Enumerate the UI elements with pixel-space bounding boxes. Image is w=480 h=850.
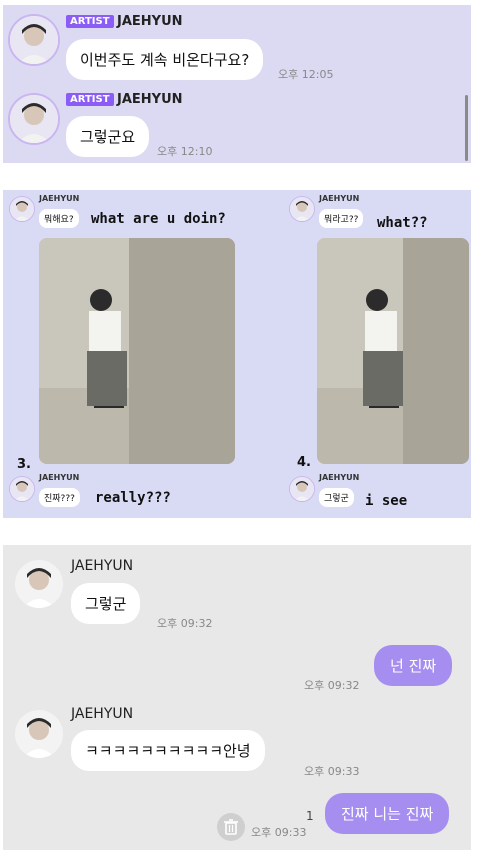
message-bubble[interactable]: 이번주도 계속 비온다구요? bbox=[66, 39, 264, 80]
message-time: 오후 09:32 bbox=[157, 617, 213, 630]
avatar[interactable] bbox=[8, 14, 60, 66]
sender-name: JAEHYUN bbox=[71, 558, 134, 574]
message-time: 오후 12:05 bbox=[278, 68, 334, 81]
avatar[interactable] bbox=[15, 560, 63, 608]
avatar-image bbox=[10, 16, 58, 64]
avatar bbox=[9, 476, 35, 502]
trash-icon bbox=[224, 819, 238, 835]
sender-name: JAEHYUN bbox=[117, 92, 183, 107]
caption: i see bbox=[365, 493, 408, 509]
message-bubble: 그렇군 bbox=[319, 488, 354, 507]
message-bubble: 진짜??? bbox=[39, 488, 80, 507]
mirror-selfie-image bbox=[39, 238, 235, 464]
sender-name: JAEHYUN bbox=[39, 473, 80, 482]
avatar-image bbox=[15, 710, 63, 758]
avatar-image bbox=[290, 477, 314, 501]
my-message-bubble[interactable]: 진짜 니는 진짜 bbox=[325, 793, 450, 834]
mirror-selfie-image bbox=[317, 238, 469, 464]
photo bbox=[39, 238, 235, 464]
chat-panel-top: ARTIST JAEHYUN 이번주도 계속 비온다구요? 오후 12:05 A… bbox=[3, 5, 471, 163]
message-time: 오후 09:33 bbox=[251, 826, 307, 839]
message-time: 오후 09:32 bbox=[304, 679, 360, 692]
caption: what are u doin? bbox=[91, 211, 226, 227]
avatar[interactable] bbox=[15, 710, 63, 758]
unread-count: 1 bbox=[306, 809, 314, 823]
avatar[interactable] bbox=[8, 93, 60, 145]
message-bubble[interactable]: ㅋㅋㅋㅋㅋㅋㅋㅋㅋㅋ안녕 bbox=[71, 730, 265, 771]
frame-number: 4. bbox=[297, 455, 311, 470]
photo bbox=[317, 238, 469, 464]
avatar-image bbox=[15, 560, 63, 608]
sender-name: JAEHYUN bbox=[319, 194, 360, 203]
message-bubble[interactable]: 그렇군요 bbox=[66, 116, 150, 157]
avatar-image bbox=[10, 477, 34, 501]
caption: really??? bbox=[95, 490, 171, 506]
avatar bbox=[289, 196, 315, 222]
my-message-bubble[interactable]: 넌 진짜 bbox=[374, 645, 453, 686]
caption: what?? bbox=[377, 215, 428, 231]
artist-badge: ARTIST bbox=[66, 93, 114, 106]
avatar-image bbox=[10, 197, 34, 221]
avatar-image bbox=[10, 95, 58, 143]
message-time: 오후 12:10 bbox=[157, 145, 213, 158]
avatar bbox=[289, 476, 315, 502]
frame-number: 3. bbox=[17, 457, 31, 472]
sender-name: JAEHYUN bbox=[319, 473, 360, 482]
sender-name: JAEHYUN bbox=[117, 14, 183, 29]
artist-badge: ARTIST bbox=[66, 15, 114, 28]
sender-name: JAEHYUN bbox=[71, 706, 134, 722]
comic-panel: JAEHYUN 뭐해요? what are u doin? JAEHYUN 뭐라… bbox=[3, 190, 471, 518]
message-bubble: 뭐해요? bbox=[39, 209, 79, 228]
message-bubble[interactable]: 그렇군 bbox=[71, 583, 141, 624]
avatar-image bbox=[290, 197, 314, 221]
avatar bbox=[9, 196, 35, 222]
scrollbar[interactable] bbox=[465, 95, 468, 161]
delete-button[interactable] bbox=[217, 813, 245, 841]
message-bubble: 뭐라고?? bbox=[319, 209, 364, 228]
chat-panel-bottom: JAEHYUN 그렇군 오후 09:32 오후 09:32 넌 진짜 JAEHY… bbox=[3, 545, 471, 850]
sender-name: JAEHYUN bbox=[39, 194, 80, 203]
message-time: 오후 09:33 bbox=[304, 765, 360, 778]
